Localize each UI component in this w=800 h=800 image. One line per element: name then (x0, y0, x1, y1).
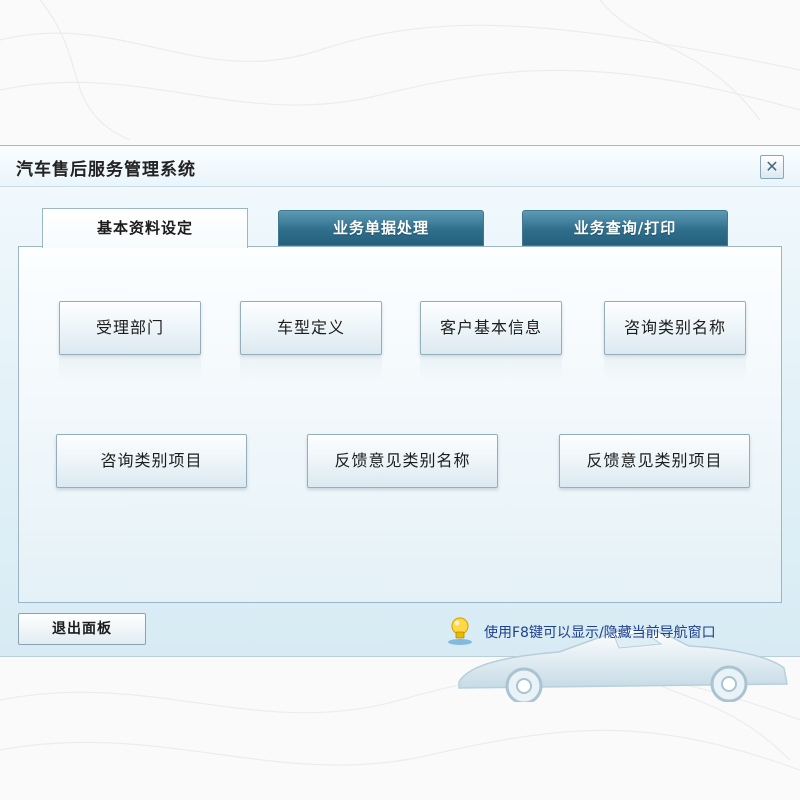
tab-query-print[interactable]: 业务查询/打印 (522, 210, 728, 246)
dept-button[interactable]: 受理部门 (59, 301, 201, 355)
close-icon: ✕ (765, 157, 779, 176)
window-title: 汽车售后服务管理系统 (16, 160, 196, 180)
customer-info-button[interactable]: 客户基本信息 (420, 301, 562, 355)
exit-panel-button[interactable]: 退出面板 (18, 613, 146, 645)
hint-area: 使用F8键可以显示/隐藏当前导航窗口 (446, 616, 786, 646)
close-button[interactable]: ✕ (760, 155, 784, 179)
button-reflection (420, 357, 562, 383)
tab-content-panel: 受理部门 车型定义 客户基本信息 咨询类别名称 咨询类别项目 反馈意见类别名称 … (18, 246, 788, 702)
button-reflection (59, 357, 201, 383)
lightbulb-icon (448, 617, 472, 645)
main-window: 汽车售后服务管理系统 ✕ 基本资料设定 业务单据处理 业务查询/打印 受理部门 … (0, 145, 800, 702)
tab-business-documents[interactable]: 业务单据处理 (278, 210, 484, 246)
tab-basic-data[interactable]: 基本资料设定 (42, 208, 248, 248)
feedback-category-name-button[interactable]: 反馈意见类别名称 (307, 434, 498, 488)
feedback-category-item-button[interactable]: 反馈意见类别项目 (559, 434, 750, 488)
car-model-button[interactable]: 车型定义 (240, 301, 382, 355)
consult-category-name-button[interactable]: 咨询类别名称 (604, 301, 746, 355)
button-reflection (604, 357, 746, 383)
hint-text: 使用F8键可以显示/隐藏当前导航窗口 (484, 625, 716, 641)
button-reflection (240, 357, 382, 383)
consult-category-item-button[interactable]: 咨询类别项目 (56, 434, 247, 488)
title-bar: 汽车售后服务管理系统 ✕ (0, 146, 800, 187)
